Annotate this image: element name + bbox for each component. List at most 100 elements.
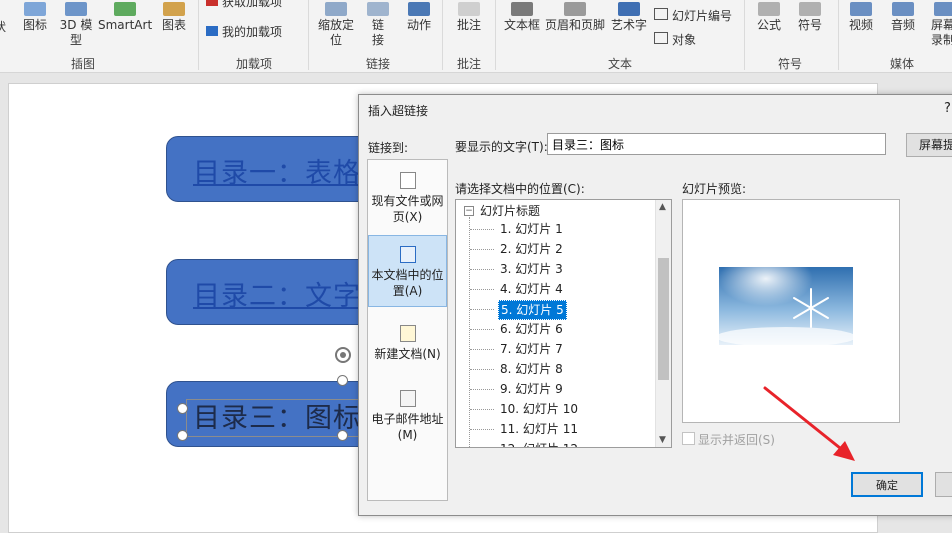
- group-divider: [308, 0, 309, 70]
- video-button[interactable]: 视频: [846, 2, 876, 33]
- toc-link-1[interactable]: 目录一：表格: [193, 151, 361, 190]
- tree-root-slide-titles[interactable]: 幻灯片标题: [480, 202, 540, 219]
- tree-branch: [470, 409, 494, 410]
- cancel-button[interactable]: [935, 472, 952, 497]
- group-illustrations: 插图: [71, 57, 96, 71]
- comment-button[interactable]: 批注: [454, 2, 484, 33]
- globe-file-icon: [399, 172, 416, 189]
- insert-hyperlink-dialog: 插入超链接 ? 链接到: 现有文件或网 页(X) 本文档中的位 置(A) 新建文…: [358, 94, 952, 516]
- speaker-icon: [892, 2, 914, 16]
- link-new-document[interactable]: 新建文档(N): [368, 325, 447, 362]
- store-icon: [206, 0, 218, 6]
- preview-slide-thumbnail: [685, 250, 897, 372]
- shapes-cut-button[interactable]: 状: [0, 20, 6, 35]
- screentip-button[interactable]: 屏幕提: [906, 133, 952, 157]
- group-addins: 加载项: [236, 57, 273, 71]
- star-icon: [408, 2, 430, 16]
- tree-scrollbar[interactable]: ▲ ▼: [655, 200, 671, 447]
- snowflake-image: [719, 267, 853, 345]
- header-footer-button[interactable]: 页眉和页脚: [544, 2, 606, 33]
- link-icon: [367, 2, 389, 16]
- display-text-input[interactable]: [547, 133, 886, 155]
- resize-handle[interactable]: [337, 375, 348, 386]
- action-button[interactable]: 动作: [404, 2, 434, 33]
- help-button[interactable]: ?: [944, 101, 951, 116]
- link-place-in-document[interactable]: 本文档中的位 置(A): [368, 235, 447, 307]
- symbol-button[interactable]: 符号: [795, 2, 825, 33]
- textbox-button[interactable]: 文本框: [502, 2, 542, 33]
- tree-item-slide[interactable]: 10. 幻灯片 10: [498, 400, 580, 418]
- omega-icon: [799, 2, 821, 16]
- toc-link-2[interactable]: 目录二：文字: [193, 274, 361, 313]
- ok-button[interactable]: 确定: [851, 472, 923, 497]
- resize-handle[interactable]: [177, 430, 188, 441]
- tree-connector: [469, 217, 470, 447]
- tree-branch: [470, 429, 494, 430]
- tree-branch: [470, 349, 494, 350]
- smartart-button[interactable]: SmartArt: [98, 2, 152, 33]
- place-in-document-label: 请选择文档中的位置(C):: [455, 182, 585, 196]
- 3d-models-button[interactable]: 3D 模型: [58, 2, 94, 48]
- icons-icon: [24, 2, 46, 16]
- comment-icon: [458, 2, 480, 16]
- document-place-tree[interactable]: − 幻灯片标题 1. 幻灯片 1 2. 幻灯片 2 3. 幻灯片 3 4. 幻灯片 4…: [455, 199, 672, 448]
- group-divider: [744, 0, 745, 70]
- chart-icon: [163, 2, 185, 16]
- cube-icon: [65, 2, 87, 16]
- tree-branch: [470, 329, 494, 330]
- scroll-thumb[interactable]: [658, 258, 669, 380]
- show-and-return-label: 显示并返回(S): [698, 433, 775, 447]
- email-icon: [399, 390, 416, 407]
- tree-branch: [470, 229, 494, 230]
- object-icon: [654, 32, 668, 44]
- new-document-icon: [399, 325, 416, 342]
- slide-preview: [682, 199, 900, 423]
- tree-branch: [470, 249, 494, 250]
- group-media: 媒体: [890, 57, 915, 71]
- wordart-button[interactable]: 艺术字: [610, 2, 648, 33]
- document-place-icon: [399, 246, 416, 263]
- object-button[interactable]: 对象: [654, 32, 696, 48]
- tree-item-slide[interactable]: 6. 幻灯片 6: [498, 320, 565, 338]
- equation-button[interactable]: 公式: [754, 2, 784, 33]
- tree-item-slide[interactable]: 9. 幻灯片 9: [498, 380, 565, 398]
- slide-preview-label: 幻灯片预览:: [682, 182, 747, 196]
- icons-button[interactable]: 图标: [20, 2, 50, 33]
- group-divider: [495, 0, 496, 70]
- link-button[interactable]: 链接: [366, 2, 390, 48]
- tree-item-slide[interactable]: 4. 幻灯片 4: [498, 280, 565, 298]
- scroll-down-icon[interactable]: ▼: [659, 435, 666, 445]
- collapse-icon[interactable]: −: [464, 206, 474, 216]
- audio-button[interactable]: 音频: [888, 2, 918, 33]
- tree-item-slide[interactable]: 8. 幻灯片 8: [498, 360, 565, 378]
- tree-item-slide[interactable]: 5. 幻灯片 5: [498, 300, 567, 320]
- zoom-button[interactable]: 缩放定位: [314, 2, 358, 48]
- ribbon: 状 图标 3D 模型 SmartArt 图表 获取加载项 我的加载项 缩放定位 …: [0, 0, 952, 73]
- video-icon: [850, 2, 872, 16]
- group-symbols: 符号: [778, 57, 803, 71]
- dialog-title: 插入超链接: [368, 104, 429, 118]
- link-existing-file[interactable]: 现有文件或网 页(X): [368, 172, 447, 225]
- link-email-address[interactable]: 电子邮件地址 (M): [368, 390, 447, 443]
- screen-recording-button[interactable]: 屏幕录制: [930, 2, 952, 48]
- textbox-icon: [511, 2, 533, 16]
- resize-handle[interactable]: [177, 403, 188, 414]
- tree-item-slide[interactable]: 3. 幻灯片 3: [498, 260, 565, 278]
- group-divider: [442, 0, 443, 70]
- rotate-handle-icon[interactable]: [332, 344, 354, 366]
- slide-number-icon: [654, 8, 668, 20]
- tree-item-slide[interactable]: 2. 幻灯片 2: [498, 240, 565, 258]
- pi-icon: [758, 2, 780, 16]
- tree-item-slide[interactable]: 7. 幻灯片 7: [498, 340, 565, 358]
- my-addins-button[interactable]: 我的加载项: [206, 25, 282, 40]
- get-addins-button[interactable]: 获取加载项: [206, 0, 282, 10]
- tree-item-slide[interactable]: 12. 幻灯片 12: [498, 440, 580, 447]
- tree-item-slide[interactable]: 11. 幻灯片 11: [498, 420, 580, 438]
- slide-number-button[interactable]: 幻灯片编号: [654, 8, 732, 24]
- resize-handle[interactable]: [337, 430, 348, 441]
- scroll-up-icon[interactable]: ▲: [659, 202, 666, 212]
- tree-branch: [470, 369, 494, 370]
- chart-button[interactable]: 图表: [158, 2, 190, 33]
- show-and-return-checkbox[interactable]: [682, 432, 695, 445]
- tree-item-slide[interactable]: 1. 幻灯片 1: [498, 220, 565, 238]
